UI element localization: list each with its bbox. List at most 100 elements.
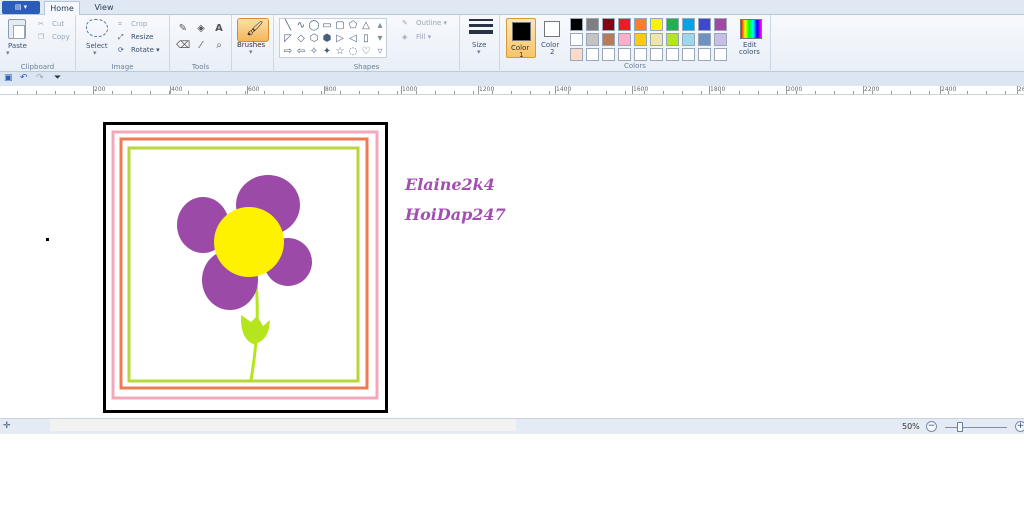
palette-swatch[interactable] <box>698 48 711 61</box>
cut-button[interactable]: Cut <box>52 20 64 28</box>
oval-shape-icon[interactable]: ◯ <box>308 20 320 32</box>
right-triangle-shape-icon[interactable]: ◸ <box>282 33 294 45</box>
callout-shape-icon[interactable]: ▯ <box>360 33 372 45</box>
undo-icon[interactable]: ↶ <box>20 73 28 83</box>
ruler-minor-tick <box>530 91 531 94</box>
palette-swatch[interactable] <box>714 18 727 31</box>
brush-icon[interactable] <box>237 18 269 42</box>
palette-swatch[interactable] <box>618 18 631 31</box>
palette-swatch[interactable] <box>618 33 631 46</box>
brushes-dropdown-icon[interactable]: ▾ <box>249 48 253 56</box>
palette-swatch[interactable] <box>602 18 615 31</box>
crop-button[interactable]: Crop <box>131 20 147 28</box>
star-five-shape-icon[interactable]: ✦ <box>321 46 333 58</box>
select-icon[interactable] <box>86 19 108 37</box>
palette-swatch[interactable] <box>570 18 583 31</box>
line-size-icon[interactable] <box>469 19 493 37</box>
paste-icon[interactable] <box>8 19 26 39</box>
tab-view[interactable]: View <box>86 1 122 15</box>
rotate-button[interactable]: Rotate ▾ <box>131 46 160 54</box>
pentagon-shape-icon[interactable]: ⬡ <box>308 33 320 45</box>
palette-swatch[interactable] <box>698 18 711 31</box>
palette-swatch[interactable] <box>666 33 679 46</box>
tab-home[interactable]: Home <box>44 1 80 15</box>
shapes-scroll-up-icon[interactable]: ▴ <box>374 20 386 32</box>
palette-swatch[interactable] <box>602 33 615 46</box>
ruler-tick <box>401 86 402 94</box>
speech-bubble-shape-icon[interactable]: ◌ <box>347 46 359 58</box>
color2-swatch[interactable] <box>544 21 560 37</box>
heart-shape-icon[interactable]: ♡ <box>360 46 372 58</box>
left-arrow-shape-icon[interactable]: ◁ <box>347 33 359 45</box>
zoom-out-button[interactable]: − <box>926 421 937 432</box>
outline-icon: ✎ <box>402 19 408 27</box>
rounded-rect-shape-icon[interactable]: ▢ <box>334 20 346 32</box>
eraser-icon[interactable]: ⌫ <box>176 40 190 52</box>
palette-swatch[interactable] <box>682 18 695 31</box>
tools-group: ✎ ◈ A ⌫ ⁄ ⌕ Tools <box>170 15 232 72</box>
arrow-shape-icon[interactable]: ⇨ <box>282 46 294 58</box>
rectangle-shape-icon[interactable]: ▭ <box>321 20 333 32</box>
line-shape-icon[interactable]: ╲ <box>282 20 294 32</box>
resize-button[interactable]: Resize <box>131 33 153 41</box>
select-dropdown-icon[interactable]: ▾ <box>93 49 97 57</box>
palette-swatch[interactable] <box>634 18 647 31</box>
color-picker-icon[interactable]: ⁄ <box>194 40 208 52</box>
text-tool-icon[interactable]: A <box>212 23 226 35</box>
palette-swatch[interactable] <box>666 48 679 61</box>
ruler-minor-tick <box>929 91 930 94</box>
palette-swatch[interactable] <box>570 33 583 46</box>
customize-qat-icon[interactable]: ⏷ <box>54 73 61 83</box>
pencil-icon[interactable]: ✎ <box>176 23 190 35</box>
palette-swatch[interactable] <box>618 48 631 61</box>
palette-swatch[interactable] <box>602 48 615 61</box>
copy-button[interactable]: Copy <box>52 33 70 41</box>
flower-painting <box>103 122 388 413</box>
palette-swatch[interactable] <box>714 33 727 46</box>
color1-sub: 1 <box>519 51 524 59</box>
arrow-left-shape-icon[interactable]: ⇦ <box>295 46 307 58</box>
palette-swatch[interactable] <box>714 48 727 61</box>
palette-swatch[interactable] <box>586 18 599 31</box>
fill-dropdown[interactable]: Fill ▾ <box>416 33 431 41</box>
file-menu-button[interactable]: ▤ ▾ <box>2 1 40 14</box>
palette-swatch[interactable] <box>698 33 711 46</box>
redo-icon[interactable]: ↷ <box>36 73 44 83</box>
hexagon-shape-icon[interactable]: ⬢ <box>321 33 333 45</box>
save-icon[interactable]: ▣ <box>4 73 13 83</box>
shapes-expand-icon[interactable]: ▿ <box>374 46 386 58</box>
star-four-shape-icon[interactable]: ✧ <box>308 46 320 58</box>
zoom-slider-thumb[interactable] <box>957 422 963 432</box>
palette-swatch[interactable] <box>570 48 583 61</box>
polygon-shape-icon[interactable]: ⬠ <box>347 20 359 32</box>
curve-shape-icon[interactable]: ∿ <box>295 20 307 32</box>
palette-swatch[interactable] <box>666 18 679 31</box>
paste-dropdown-icon[interactable]: ▾ <box>6 49 10 57</box>
fill-bucket-icon[interactable]: ◈ <box>194 23 208 35</box>
horizontal-scrollbar[interactable] <box>50 419 516 431</box>
star-shape-icon[interactable]: ☆ <box>334 46 346 58</box>
palette-swatch[interactable] <box>634 33 647 46</box>
diamond-shape-icon[interactable]: ◇ <box>295 33 307 45</box>
palette-swatch[interactable] <box>586 48 599 61</box>
size-dropdown-icon[interactable]: ▾ <box>477 48 481 56</box>
palette-swatch[interactable] <box>634 48 647 61</box>
triangle-shape-icon[interactable]: △ <box>360 20 372 32</box>
color1-button[interactable]: Color 1 <box>506 18 536 59</box>
shapes-scroll-down-icon[interactable]: ▾ <box>374 33 386 45</box>
palette-swatch[interactable] <box>682 48 695 61</box>
zoom-in-button[interactable]: + <box>1015 421 1024 432</box>
outline-dropdown[interactable]: Outline ▾ <box>416 19 447 27</box>
magnifier-icon[interactable]: ⌕ <box>212 40 226 52</box>
palette-swatch[interactable] <box>586 33 599 46</box>
palette-swatch[interactable] <box>650 48 663 61</box>
clipboard-group: Paste ▾ ✂ Cut ❐ Copy Clipboard <box>0 15 76 72</box>
right-arrow-shape-icon[interactable]: ▷ <box>334 33 346 45</box>
palette-swatch[interactable] <box>650 33 663 46</box>
zoom-slider-track[interactable] <box>945 427 1007 428</box>
palette-swatch[interactable] <box>650 18 663 31</box>
ruler-minor-tick <box>701 91 702 94</box>
palette-swatch[interactable] <box>682 33 695 46</box>
paste-button[interactable]: Paste <box>8 42 27 50</box>
edit-colors-icon[interactable] <box>740 19 762 39</box>
